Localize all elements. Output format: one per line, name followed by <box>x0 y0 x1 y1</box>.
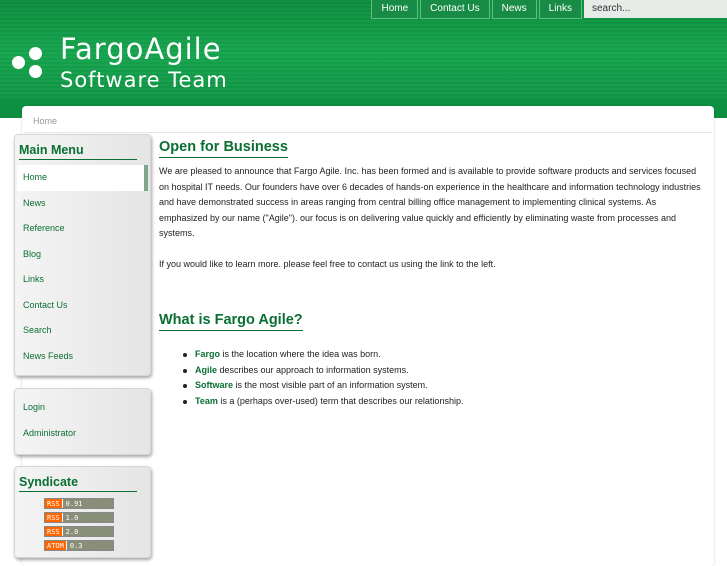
search-input[interactable]: search... <box>584 0 727 18</box>
logo-dots-icon <box>12 47 46 81</box>
menu-item-administrator[interactable]: Administrator <box>17 421 148 447</box>
user-menu-box: Login Administrator <box>14 388 151 455</box>
rss-091-badge[interactable]: RSS 0.91 <box>44 498 114 509</box>
rss-version: 1.0 <box>62 513 113 522</box>
topnav-links-link[interactable]: Links <box>538 0 582 19</box>
definition: describes our approach to information sy… <box>217 364 409 375</box>
term: Software <box>195 380 234 390</box>
rss-label: RSS <box>45 499 63 508</box>
menu-item-news-feeds[interactable]: News Feeds <box>17 344 148 370</box>
term: Team <box>195 395 218 406</box>
site-subtitle: Software Team <box>60 68 228 92</box>
rss-10-badge[interactable]: RSS 1.0 <box>44 512 114 523</box>
definition: is a (perhaps over-used) term that descr… <box>217 395 464 406</box>
site-title[interactable]: FargoAgile <box>60 32 222 66</box>
list-item: Team is a (perhaps over-used) term that … <box>183 394 463 410</box>
article-paragraph-contact: If you would like to learn more. please … <box>159 259 496 269</box>
definition-list: Fargo is the location where the idea was… <box>183 347 463 409</box>
menu-item-search[interactable]: Search <box>17 318 148 344</box>
main-menu-list: Home News Reference Blog Links Contact U… <box>17 165 148 369</box>
atom-version: 0.3 <box>66 541 113 550</box>
definition: is the location where the idea was born. <box>220 349 381 359</box>
list-item: Fargo is the location where the idea was… <box>183 347 463 363</box>
menu-item-contact-us[interactable]: Contact Us <box>17 293 148 319</box>
menu-item-news[interactable]: News <box>17 191 148 217</box>
breadcrumb-home: Home <box>33 116 58 126</box>
menu-item-login[interactable]: Login <box>17 395 148 421</box>
list-item: Agile describes our approach to informat… <box>183 363 463 379</box>
menu-item-links[interactable]: Links <box>17 267 148 293</box>
article-heading-open-for-business[interactable]: Open for Business <box>159 139 288 158</box>
definition: is the most visible part of an informati… <box>233 380 428 390</box>
atom-label: ATOM <box>45 541 67 550</box>
top-navigation: Home Contact Us News Links search... <box>369 0 727 19</box>
menu-item-blog[interactable]: Blog <box>17 242 148 268</box>
user-menu-list: Login Administrator <box>17 395 148 446</box>
topnav-contact-link[interactable]: Contact Us <box>420 0 490 19</box>
article-heading-what-is-fargo-agile[interactable]: What is Fargo Agile? <box>159 312 303 331</box>
syndicate-title: Syndicate <box>19 475 137 492</box>
rss-label: RSS <box>45 513 63 522</box>
rss-20-badge[interactable]: RSS 2.0 <box>44 526 114 537</box>
rss-version: 2.0 <box>62 527 113 536</box>
term: Fargo <box>195 349 221 359</box>
menu-item-reference[interactable]: Reference <box>17 216 148 242</box>
rss-label: RSS <box>45 527 63 536</box>
topnav-news-link[interactable]: News <box>491 0 537 19</box>
menu-item-home[interactable]: Home <box>17 165 148 191</box>
topnav-home-link[interactable]: Home <box>371 0 419 19</box>
term: Agile <box>195 364 218 375</box>
list-item: Software is the most visible part of an … <box>183 378 463 394</box>
atom-03-badge[interactable]: ATOM 0.3 <box>44 540 114 551</box>
article-paragraph: We are pleased to announce that Fargo Ag… <box>159 166 701 238</box>
breadcrumb: Home <box>24 112 712 133</box>
rss-version: 0.91 <box>62 499 113 508</box>
main-menu-box: Main Menu Home News Reference Blog Links… <box>14 134 151 376</box>
main-menu-title: Main Menu <box>19 143 137 160</box>
